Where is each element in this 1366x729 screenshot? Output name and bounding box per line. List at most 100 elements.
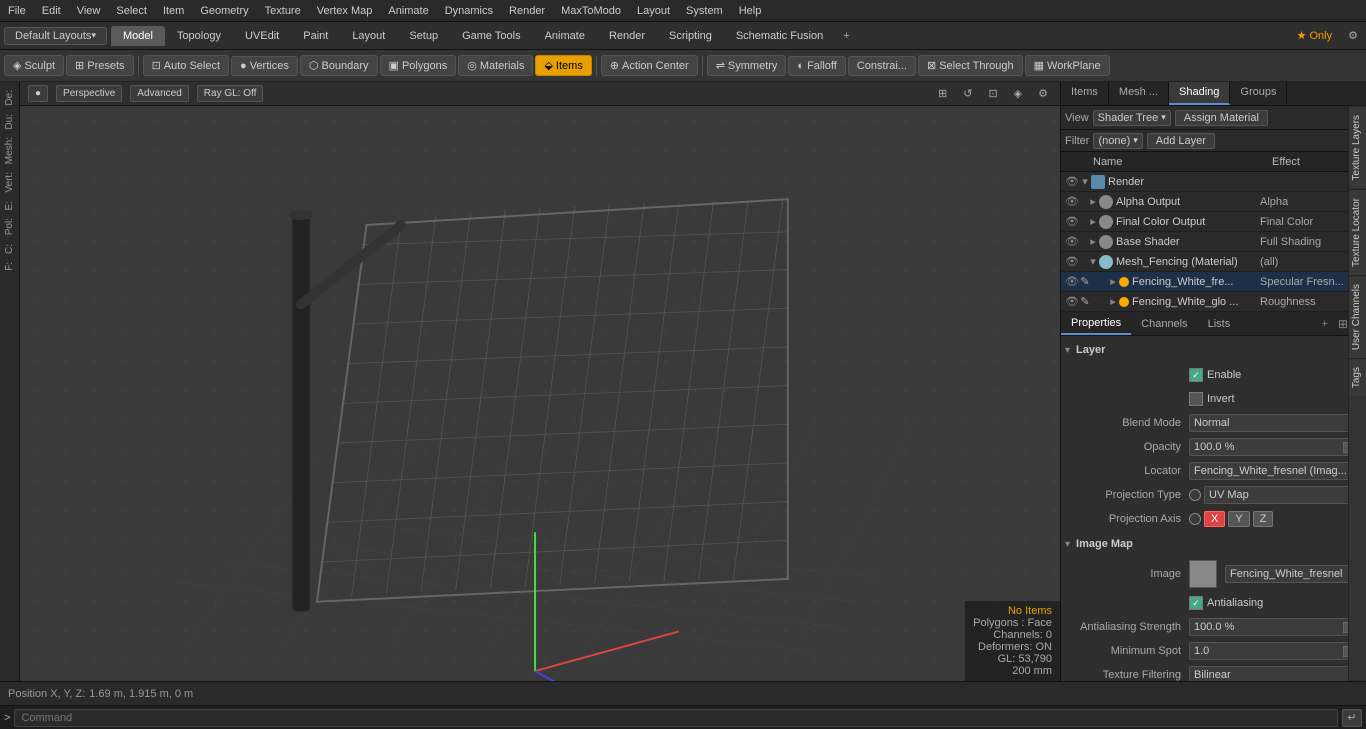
tab-uvedit[interactable]: UVEdit (233, 26, 291, 46)
boundary-button[interactable]: ⬡ Boundary (300, 55, 378, 76)
menu-view[interactable]: View (69, 3, 109, 19)
sidebar-label-vert[interactable]: Vert: (2, 168, 17, 197)
blend-mode-dropdown[interactable]: Normal ▾ (1189, 414, 1362, 432)
reset-icon[interactable]: ↺ (959, 85, 976, 102)
rp-tab-groups[interactable]: Groups (1230, 82, 1287, 105)
vtab-user-channels[interactable]: User Channels (1349, 275, 1366, 358)
menu-item[interactable]: Item (155, 3, 192, 19)
menu-edit[interactable]: Edit (34, 3, 69, 19)
menu-file[interactable]: File (0, 3, 34, 19)
render-icon[interactable]: ◈ (1010, 85, 1026, 102)
eye-icon[interactable]: 👁 (1065, 235, 1079, 248)
add-tab-button[interactable]: + (1315, 314, 1333, 334)
sidebar-label-mesh[interactable]: Mesh: (2, 133, 17, 168)
locator-field[interactable]: Fencing_White_fresnel (Imag... ▾ (1189, 462, 1362, 480)
command-input[interactable] (14, 709, 1338, 727)
action-center-button[interactable]: ⊕ Action Center (601, 55, 698, 76)
eye-icon[interactable]: 👁 (1065, 295, 1079, 308)
antialias-checkbox[interactable]: ✓ (1189, 596, 1203, 610)
tab-model[interactable]: Model (111, 26, 165, 46)
layout-dropdown[interactable]: Default Layouts ▾ (4, 27, 107, 45)
expand-icon[interactable]: ▸ (1087, 195, 1099, 208)
sidebar-label-c[interactable]: C: (2, 240, 17, 258)
expand-icon[interactable]: ▾ (1087, 255, 1099, 268)
settings-icon[interactable]: ⚙ (1034, 85, 1052, 102)
menu-layout[interactable]: Layout (629, 3, 678, 19)
pt-tab-properties[interactable]: Properties (1061, 313, 1131, 335)
shader-row-base[interactable]: 👁 ▸ Base Shader Full Shading ▾ (1061, 232, 1366, 252)
sidebar-label-du[interactable]: Du: (2, 110, 17, 134)
rp-tab-mesh[interactable]: Mesh ... (1109, 82, 1169, 105)
opacity-field[interactable]: 100.0 % ⋮ (1189, 438, 1362, 456)
auto-select-button[interactable]: ⊡ Auto Select (143, 55, 229, 76)
rp-tab-shading[interactable]: Shading (1169, 82, 1230, 105)
expand-icon[interactable]: ▾ (1079, 175, 1091, 188)
invert-checkbox[interactable] (1189, 392, 1203, 406)
sidebar-label-pol[interactable]: Pol: (2, 214, 17, 239)
menu-geometry[interactable]: Geometry (192, 3, 256, 19)
tab-scripting[interactable]: Scripting (657, 26, 724, 46)
antialias-strength-field[interactable]: 100.0 % ⋮ (1189, 618, 1362, 636)
falloff-button[interactable]: ◐ Falloff (788, 56, 845, 76)
pt-tab-lists[interactable]: Lists (1198, 314, 1241, 334)
polygons-button[interactable]: ▣ Polygons (380, 55, 457, 76)
projection-type-dropdown[interactable]: UV Map ▾ (1204, 486, 1362, 504)
expand-icon[interactable]: ▸ (1107, 275, 1119, 288)
edit-icon[interactable]: ✎ (1079, 295, 1091, 308)
add-layout-button[interactable]: + (835, 26, 857, 46)
axis-y-button[interactable]: Y (1228, 511, 1249, 527)
eye-icon[interactable]: 👁 (1065, 195, 1079, 208)
viewport-canvas[interactable]: X Y Z No Items Polygons : Face Channels:… (20, 106, 1060, 681)
star-only[interactable]: ★ Only (1289, 25, 1341, 46)
tab-layout[interactable]: Layout (340, 26, 397, 46)
eye-icon[interactable]: 👁 (1065, 215, 1079, 228)
vertices-button[interactable]: ● Vertices (231, 56, 298, 76)
select-through-button[interactable]: ⊠ Select Through (918, 55, 1023, 76)
gear-icon[interactable]: ⚙ (1340, 25, 1366, 46)
menu-select[interactable]: Select (108, 3, 155, 19)
menu-animate[interactable]: Animate (380, 3, 436, 19)
tab-game-tools[interactable]: Game Tools (450, 26, 533, 46)
tab-schematic-fusion[interactable]: Schematic Fusion (724, 26, 835, 46)
shader-tree-dropdown[interactable]: Shader Tree ▾ (1093, 110, 1171, 126)
sidebar-label-f[interactable]: F: (2, 258, 17, 275)
vp-ray-gl[interactable]: Ray GL: Off (197, 85, 264, 102)
cmd-submit-button[interactable]: ↵ (1342, 709, 1362, 727)
vp-dot[interactable]: ● (28, 85, 48, 102)
add-layer-button[interactable]: Add Layer (1147, 133, 1215, 149)
pt-tab-channels[interactable]: Channels (1131, 314, 1197, 334)
maximize-icon[interactable]: ⊞ (1338, 317, 1348, 331)
projection-type-radio[interactable] (1189, 489, 1201, 501)
eye-icon[interactable]: 👁 (1065, 175, 1079, 188)
assign-material-button[interactable]: Assign Material (1175, 110, 1268, 126)
filter-dropdown[interactable]: (none) ▾ (1093, 133, 1142, 149)
image-dropdown[interactable]: Fencing_White_fresnel ▾ (1225, 565, 1362, 583)
cmd-arrow[interactable]: > (4, 712, 10, 724)
sculpt-button[interactable]: ◈ Sculpt (4, 55, 64, 76)
materials-button[interactable]: ◎ Materials (458, 55, 533, 76)
menu-vertex-map[interactable]: Vertex Map (309, 3, 381, 19)
expand-icon[interactable]: ▸ (1107, 295, 1119, 308)
enable-checkbox[interactable]: ✓ (1189, 368, 1203, 382)
minimum-spot-field[interactable]: 1.0 ⋮ (1189, 642, 1362, 660)
constraints-button[interactable]: Constrai... (848, 56, 916, 76)
image-preview[interactable] (1189, 560, 1217, 588)
eye-icon[interactable]: 👁 (1065, 255, 1079, 268)
sidebar-label-e[interactable]: E: (2, 197, 17, 214)
projection-axis-radio[interactable] (1189, 513, 1201, 525)
expand-icon[interactable]: ▸ (1087, 235, 1099, 248)
menu-help[interactable]: Help (731, 3, 770, 19)
shader-row-mesh-fencing[interactable]: 👁 ▾ Mesh_Fencing (Material) (all) ▾ (1061, 252, 1366, 272)
menu-render[interactable]: Render (501, 3, 553, 19)
shader-row-fencing-fresnel[interactable]: 👁 ✎ ▸ Fencing_White_fre... Specular Fres… (1061, 272, 1366, 292)
tab-animate[interactable]: Animate (533, 26, 597, 46)
menu-maxtomodo[interactable]: MaxToModo (553, 3, 629, 19)
tab-topology[interactable]: Topology (165, 26, 233, 46)
presets-button[interactable]: ⊞ Presets (66, 55, 134, 76)
tab-render[interactable]: Render (597, 26, 657, 46)
shader-row-render[interactable]: 👁 ▾ Render ▾ (1061, 172, 1366, 192)
axis-z-button[interactable]: Z (1253, 511, 1274, 527)
vtab-tags[interactable]: Tags (1349, 358, 1366, 396)
vp-perspective[interactable]: Perspective (56, 85, 122, 102)
shader-row-alpha[interactable]: 👁 ▸ Alpha Output Alpha ▾ (1061, 192, 1366, 212)
